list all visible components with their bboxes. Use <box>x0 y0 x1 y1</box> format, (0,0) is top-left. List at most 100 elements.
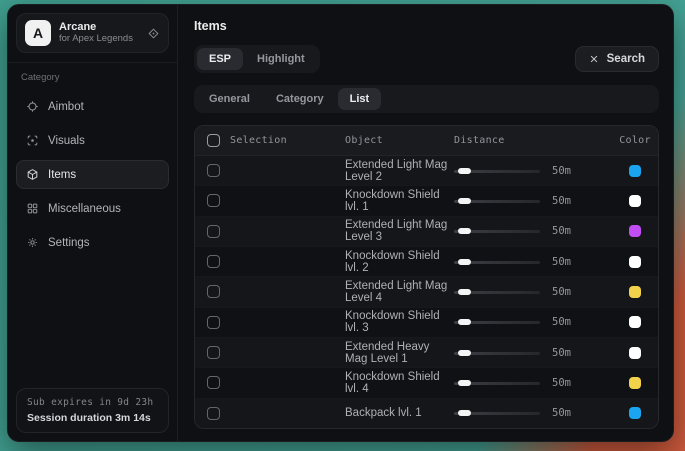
table-row: Extended Heavy Mag Level 1 50m <box>195 338 658 368</box>
distance-value: 50m <box>552 347 571 359</box>
sidebar-item-items[interactable]: Items <box>16 160 169 189</box>
distance-slider[interactable] <box>454 407 540 419</box>
tab-category[interactable]: Category <box>264 88 336 110</box>
view-tabs: General Category List <box>194 85 659 113</box>
sidebar-item-miscellaneous[interactable]: Miscellaneous <box>16 194 169 223</box>
table-body: Extended Light Mag Level 2 50m Knockdown… <box>195 156 658 428</box>
tab-highlight[interactable]: Highlight <box>245 48 317 70</box>
session-info-box: Sub expires in 9d 23h Session duration 3… <box>16 388 169 433</box>
table-row: Knockdown Shield lvl. 4 50m <box>195 368 658 398</box>
page-title: Items <box>194 19 659 33</box>
distance-slider[interactable] <box>454 165 540 177</box>
search-button-label: Search <box>607 53 645 65</box>
distance-value: 50m <box>552 316 571 328</box>
table-row: Extended Light Mag Level 2 50m <box>195 156 658 186</box>
row-checkbox[interactable] <box>207 407 220 420</box>
distance-slider[interactable] <box>454 316 540 328</box>
distance-value: 50m <box>552 377 571 389</box>
search-icon <box>589 54 599 64</box>
distance-value: 50m <box>552 256 571 268</box>
color-swatch[interactable] <box>629 195 641 207</box>
header-selection: Selection <box>230 135 287 146</box>
app-header: A Arcane for Apex Legends <box>16 13 169 53</box>
scan-icon <box>26 134 39 147</box>
object-name: Extended Light Mag Level 3 <box>345 219 454 243</box>
color-swatch[interactable] <box>629 286 641 298</box>
sidebar: A Arcane for Apex Legends Category Aimbo… <box>8 5 178 441</box>
header-color: Color <box>612 135 658 146</box>
sidebar-item-label: Settings <box>48 237 90 249</box>
color-swatch[interactable] <box>629 347 641 359</box>
distance-value: 50m <box>552 195 571 207</box>
tab-list[interactable]: List <box>338 88 382 110</box>
tab-esp[interactable]: ESP <box>197 48 243 70</box>
tab-general[interactable]: General <box>197 88 262 110</box>
row-checkbox[interactable] <box>207 194 220 207</box>
distance-slider[interactable] <box>454 225 540 237</box>
table-row: Knockdown Shield lvl. 1 50m <box>195 186 658 216</box>
distance-slider[interactable] <box>454 347 540 359</box>
object-name: Knockdown Shield lvl. 2 <box>345 250 454 274</box>
table-row: Knockdown Shield lvl. 2 50m <box>195 247 658 277</box>
slider-thumb[interactable] <box>458 380 471 386</box>
object-name: Knockdown Shield lvl. 1 <box>345 189 454 213</box>
sidebar-item-visuals[interactable]: Visuals <box>16 126 169 155</box>
sidebar-item-label: Aimbot <box>48 101 84 113</box>
row-checkbox[interactable] <box>207 376 220 389</box>
select-all-checkbox[interactable] <box>207 134 220 147</box>
distance-slider[interactable] <box>454 377 540 389</box>
header-distance: Distance <box>454 135 612 146</box>
table-row: Extended Light Mag Level 3 50m <box>195 217 658 247</box>
slider-thumb[interactable] <box>458 259 471 265</box>
category-label: Category <box>21 72 164 83</box>
app-name: Arcane <box>59 21 133 34</box>
row-checkbox[interactable] <box>207 225 220 238</box>
distance-slider[interactable] <box>454 195 540 207</box>
row-checkbox[interactable] <box>207 255 220 268</box>
items-table: Selection Object Distance Color Extended… <box>194 125 659 429</box>
slider-thumb[interactable] <box>458 289 471 295</box>
row-checkbox[interactable] <box>207 164 220 177</box>
row-checkbox[interactable] <box>207 346 220 359</box>
color-swatch[interactable] <box>629 256 641 268</box>
slider-thumb[interactable] <box>458 350 471 356</box>
header-object: Object <box>345 135 454 146</box>
table-row: Backpack lvl. 1 50m <box>195 399 658 428</box>
table-header: Selection Object Distance Color <box>195 126 658 156</box>
grid-icon <box>26 202 39 215</box>
logo-letter: A <box>33 25 43 41</box>
sub-expires-text: Sub expires in 9d 23h <box>27 397 158 408</box>
package-icon <box>26 168 39 181</box>
sidebar-item-aimbot[interactable]: Aimbot <box>16 92 169 121</box>
app-logo: A <box>25 20 51 46</box>
row-checkbox[interactable] <box>207 316 220 329</box>
sidebar-item-settings[interactable]: Settings <box>16 228 169 257</box>
slider-thumb[interactable] <box>458 319 471 325</box>
diamond-icon[interactable] <box>147 27 160 40</box>
color-swatch[interactable] <box>629 165 641 177</box>
distance-value: 50m <box>552 165 571 177</box>
distance-slider[interactable] <box>454 256 540 268</box>
crosshair-icon <box>26 100 39 113</box>
slider-thumb[interactable] <box>458 168 471 174</box>
distance-slider[interactable] <box>454 286 540 298</box>
session-duration-text: Session duration 3m 14s <box>27 412 158 424</box>
slider-thumb[interactable] <box>458 410 471 416</box>
object-name: Extended Heavy Mag Level 1 <box>345 341 454 365</box>
sidebar-item-label: Visuals <box>48 135 85 147</box>
slider-thumb[interactable] <box>458 228 471 234</box>
color-swatch[interactable] <box>629 225 641 237</box>
color-swatch[interactable] <box>629 407 641 419</box>
sidebar-item-label: Items <box>48 169 76 181</box>
search-button[interactable]: Search <box>575 46 659 72</box>
slider-thumb[interactable] <box>458 198 471 204</box>
row-checkbox[interactable] <box>207 285 220 298</box>
object-name: Extended Light Mag Level 4 <box>345 280 454 304</box>
color-swatch[interactable] <box>629 316 641 328</box>
color-swatch[interactable] <box>629 377 641 389</box>
table-row: Extended Light Mag Level 4 50m <box>195 277 658 307</box>
object-name: Backpack lvl. 1 <box>345 407 454 419</box>
mode-tabs: ESP Highlight <box>194 45 320 73</box>
object-name: Knockdown Shield lvl. 4 <box>345 371 454 395</box>
object-name: Extended Light Mag Level 2 <box>345 159 454 183</box>
